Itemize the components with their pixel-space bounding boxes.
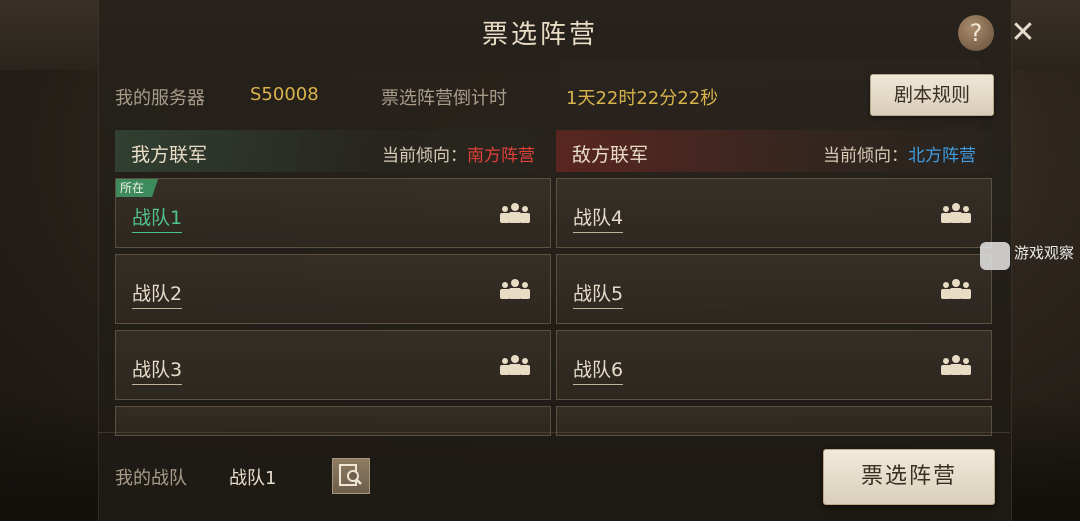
- team-name[interactable]: 战队5: [573, 279, 624, 309]
- team-search-button[interactable]: [332, 458, 370, 494]
- team-members-icon[interactable]: [937, 277, 975, 301]
- rules-button[interactable]: 剧本规则: [870, 74, 994, 116]
- own-alliance-column: 我方联军 当前倾向：南方阵营 所在 战队1 战队2 战队3: [115, 130, 551, 436]
- team-row[interactable]: 战队6: [556, 330, 992, 400]
- page-title: 票选阵营: [481, 20, 598, 50]
- own-tendency-label: 当前倾向：: [382, 146, 467, 166]
- question-icon: ?: [969, 19, 983, 47]
- countdown-label: 票选阵营倒计时: [381, 88, 507, 109]
- enemy-alliance-column: 敌方联军 当前倾向：北方阵营 战队4 战队5 战队6: [556, 130, 992, 436]
- own-alliance-header: 我方联军 当前倾向：南方阵营: [115, 130, 551, 172]
- team-row[interactable]: 战队2: [115, 254, 551, 324]
- close-button[interactable]: ✕: [1006, 16, 1040, 50]
- magnifier-icon: [339, 464, 362, 486]
- my-team-label: 我的战队: [115, 468, 187, 489]
- enemy-alliance-header: 敌方联军 当前倾向：北方阵营: [556, 130, 992, 172]
- team-members-icon[interactable]: [496, 353, 534, 377]
- team-name[interactable]: 战队6: [573, 355, 624, 385]
- enemy-tendency-value: 北方阵营: [908, 146, 976, 166]
- current-team-tag: 所在: [116, 179, 159, 197]
- team-row[interactable]: 所在 战队1: [115, 178, 551, 248]
- enemy-tendency-label: 当前倾向：: [823, 146, 908, 166]
- countdown-value: 1天22时22分22秒: [566, 88, 719, 109]
- team-members-icon[interactable]: [937, 353, 975, 377]
- team-name[interactable]: 战队3: [132, 355, 183, 385]
- own-tendency-value: 南方阵营: [467, 146, 535, 166]
- enemy-alliance-title: 敌方联军: [572, 144, 649, 166]
- enemy-tendency: 当前倾向：北方阵营: [823, 141, 976, 166]
- team-members-icon[interactable]: [496, 201, 534, 225]
- help-button[interactable]: ?: [958, 15, 994, 51]
- my-team-value: 战队1: [229, 468, 277, 489]
- team-name[interactable]: 战队2: [132, 279, 183, 309]
- team-row[interactable]: 战队4: [556, 178, 992, 248]
- team-name[interactable]: 战队1: [132, 203, 183, 233]
- watermark-logo-icon: [980, 242, 1010, 270]
- own-alliance-title: 我方联军: [131, 144, 208, 166]
- team-members-icon[interactable]: [496, 277, 534, 301]
- team-row[interactable]: 战队5: [556, 254, 992, 324]
- vote-camp-button[interactable]: 票选阵营: [823, 449, 995, 505]
- team-row[interactable]: 战队3: [115, 330, 551, 400]
- own-tendency: 当前倾向：南方阵营: [382, 141, 535, 166]
- team-name[interactable]: 战队4: [573, 203, 624, 233]
- server-label: 我的服务器: [115, 88, 205, 109]
- server-value: S50008: [250, 84, 319, 105]
- watermark-text: 游戏观察: [1014, 244, 1075, 262]
- footer-divider: [98, 432, 1010, 433]
- team-members-icon[interactable]: [937, 201, 975, 225]
- close-icon: ✕: [1010, 15, 1036, 50]
